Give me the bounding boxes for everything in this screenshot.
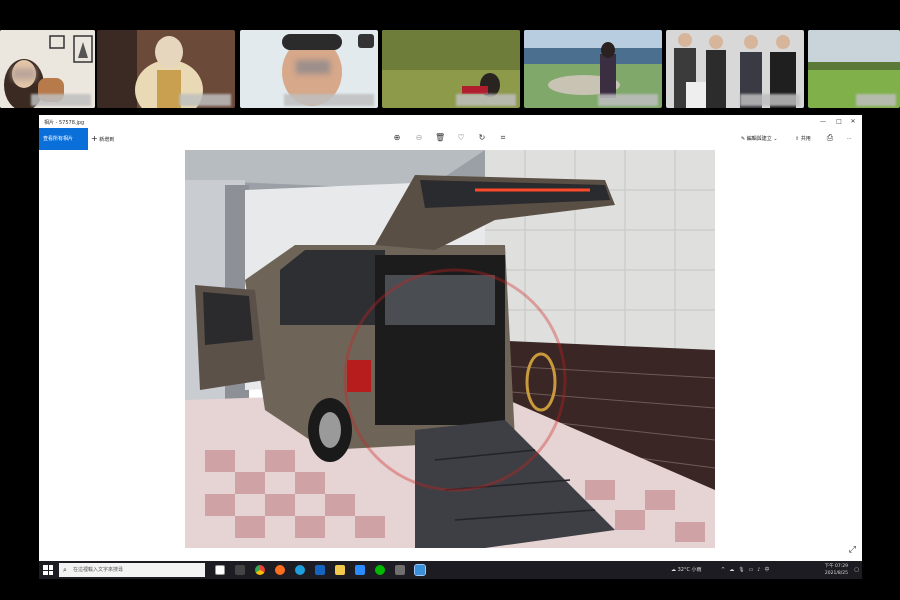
view-all-photos-label: 查看所有相片 (43, 136, 74, 142)
chrome-icon[interactable] (255, 565, 265, 575)
ie-icon[interactable] (315, 565, 325, 575)
more-options-button[interactable]: ··· (847, 128, 852, 150)
volume-icon: ♪ (757, 567, 765, 573)
store-icon[interactable] (355, 565, 365, 575)
taskbar-search-box[interactable]: ⌕ 在這裡輸入文字來搜尋 (59, 563, 205, 577)
app-icon-1[interactable] (235, 565, 245, 575)
participant-tile-4[interactable] (382, 30, 520, 108)
title-bar: 相片 - 57578.jpg — □ ✕ (39, 115, 862, 128)
line-icon[interactable] (375, 565, 385, 575)
share-button[interactable]: ⇪ 共用 (795, 128, 811, 150)
edit-icon: ✎ (741, 136, 746, 142)
participant-tile-3[interactable] (240, 30, 378, 108)
share-label: 共用 (800, 136, 811, 142)
video-call-strip (0, 0, 900, 113)
photos-toolbar: 查看所有相片 + 新增到 ⊕ ⊖ 🗑 ♡ ↻ ⌗ ✎ 編輯與建立 ⌄ ⇪ 共用 … (39, 128, 862, 150)
delete-icon[interactable]: 🗑 (435, 133, 445, 143)
participant-tile-6[interactable] (666, 30, 804, 108)
taskbar-clock[interactable]: 下午 07:29 2021/8/25 (825, 563, 848, 577)
cloud-icon: ☁ (671, 567, 676, 573)
app-icon-2[interactable] (395, 565, 405, 575)
add-to-label: 新增到 (99, 137, 115, 143)
microphone-icon: 🎙 (738, 567, 749, 573)
chevron-down-icon: ⌄ (773, 136, 778, 142)
photos-app-icon[interactable] (414, 564, 426, 576)
participant-tile-2[interactable] (97, 30, 235, 108)
plus-icon: + (91, 134, 98, 143)
favorite-icon[interactable]: ♡ (456, 133, 466, 143)
start-button[interactable] (43, 565, 53, 575)
network-icon: ▭ (748, 567, 758, 573)
chevron-up-icon: ^ (721, 567, 730, 573)
window-title: 相片 - 57578.jpg (44, 120, 85, 126)
notification-icon[interactable]: ▢ (854, 561, 859, 579)
edit-create-button[interactable]: ✎ 編輯與建立 ⌄ (741, 128, 778, 150)
photos-app-window: 相片 - 57578.jpg — □ ✕ 查看所有相片 + 新增到 ⊕ ⊖ 🗑 … (39, 115, 862, 561)
rotate-icon[interactable]: ↻ (477, 133, 487, 143)
zoom-in-icon[interactable]: ⊕ (392, 133, 402, 143)
zoom-out-icon[interactable]: ⊖ (414, 133, 424, 143)
firefox-icon[interactable] (275, 565, 285, 575)
add-to-button[interactable]: + 新增到 (91, 128, 114, 150)
windows-taskbar: ⌕ 在這裡輸入文字來搜尋 ☁ 32°C 小雨 ^☁🎙▭♪中 下午 07:29 2… (39, 561, 862, 579)
crop-icon[interactable]: ⌗ (498, 133, 508, 143)
share-icon: ⇪ (795, 136, 800, 142)
participant-tile-7[interactable] (808, 30, 900, 108)
edit-create-label: 編輯與建立 (746, 136, 772, 142)
fullscreen-icon[interactable]: ⤢ (849, 545, 856, 555)
minimize-button[interactable]: — (816, 117, 830, 126)
participant-tile-1[interactable] (0, 30, 95, 108)
participant-tile-5[interactable] (524, 30, 662, 108)
displayed-photo (185, 150, 715, 548)
cloud-tray-icon: ☁ (729, 567, 739, 573)
file-explorer-icon[interactable] (335, 565, 345, 575)
search-icon: ⌕ (63, 566, 67, 574)
clock-time: 下午 07:29 (824, 564, 848, 569)
search-placeholder: 在這裡輸入文字來搜尋 (73, 567, 124, 573)
edge-icon[interactable] (295, 565, 305, 575)
close-button[interactable]: ✕ (846, 117, 860, 126)
clock-date: 2021/8/25 (824, 571, 848, 576)
view-all-photos-button[interactable]: 查看所有相片 (39, 128, 88, 150)
task-view-icon[interactable] (215, 565, 225, 575)
print-icon[interactable]: ⎙ (825, 133, 835, 143)
weather-widget[interactable]: ☁ 32°C 小雨 (671, 561, 702, 579)
maximize-button[interactable]: □ (832, 117, 846, 126)
system-tray[interactable]: ^☁🎙▭♪中 (721, 561, 774, 579)
van-photo-image (185, 150, 715, 548)
weather-text: 32°C 小雨 (677, 567, 702, 573)
ime-icon: 中 (764, 567, 774, 573)
